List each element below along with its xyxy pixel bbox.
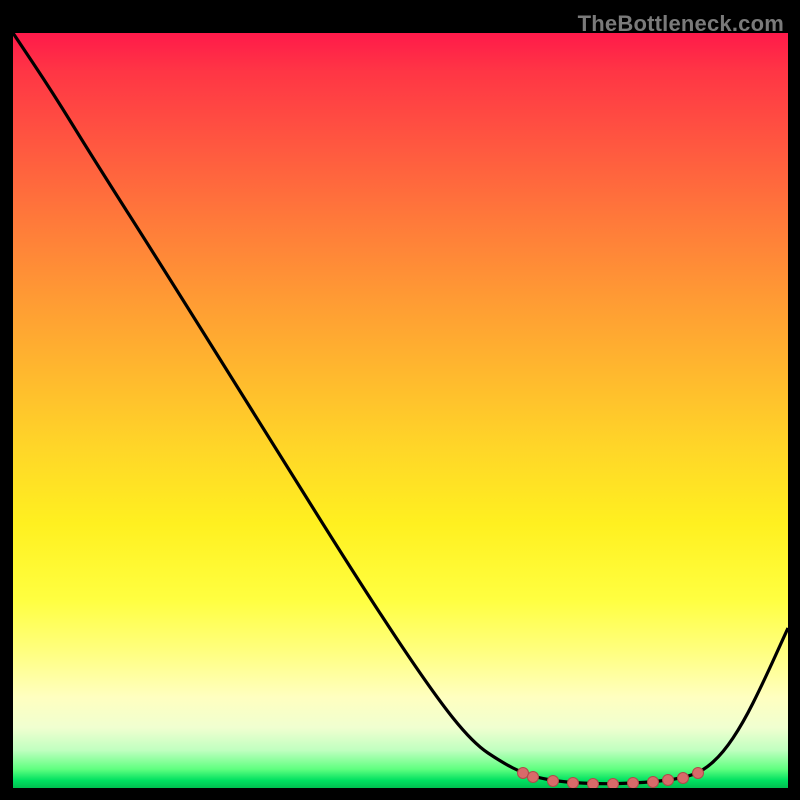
marker-dot bbox=[693, 768, 704, 779]
bottleneck-curve bbox=[13, 33, 788, 784]
marker-dot bbox=[678, 773, 689, 784]
marker-dot bbox=[518, 768, 529, 779]
chart-frame: TheBottleneck.com bbox=[13, 13, 788, 788]
marker-dot bbox=[588, 779, 599, 789]
plot-area bbox=[13, 33, 788, 788]
marker-dot bbox=[663, 775, 674, 786]
marker-dot bbox=[648, 777, 659, 788]
marker-dot bbox=[548, 776, 559, 787]
marker-dot bbox=[568, 778, 579, 789]
curve-svg bbox=[13, 33, 788, 788]
marker-dot bbox=[628, 778, 639, 789]
watermark-label: TheBottleneck.com bbox=[578, 11, 784, 37]
marker-dot bbox=[528, 772, 539, 783]
marker-dot bbox=[608, 779, 619, 789]
